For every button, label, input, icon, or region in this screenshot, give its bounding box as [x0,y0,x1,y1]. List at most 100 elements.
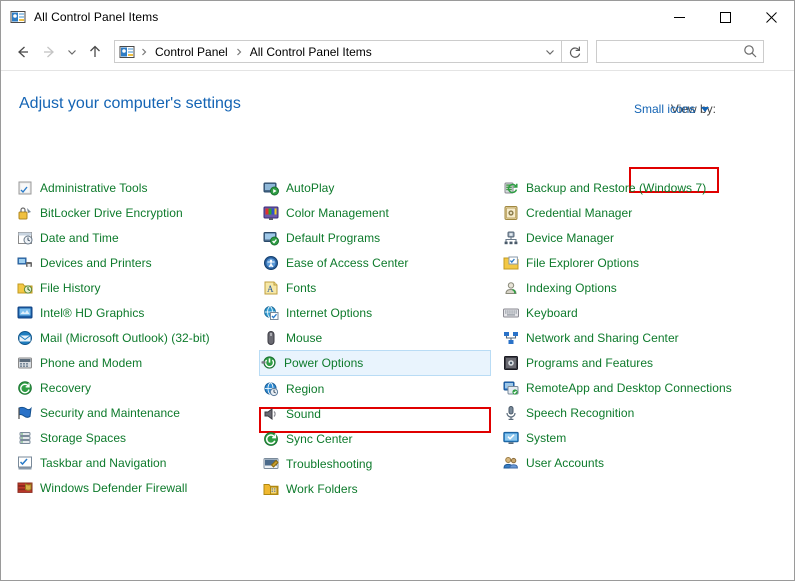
chevron-down-icon[interactable] [539,41,561,62]
maximize-button[interactable] [702,1,748,33]
control-panel-item[interactable]: BitLocker Drive Encryption [15,200,259,225]
control-panel-item[interactable]: Troubleshooting [261,451,499,476]
navigation-bar: Control Panel All Control Panel Items [1,33,794,70]
sync-center-icon [263,431,279,447]
control-panel-item[interactable]: Region [261,376,499,401]
view-by-dropdown[interactable]: Small icons [634,102,710,116]
control-panel-item[interactable]: Color Management [261,200,499,225]
control-panel-item[interactable]: Internet Options [261,300,499,325]
control-panel-item-label: Sound [286,406,321,421]
file-history-icon [17,280,33,296]
control-panel-item[interactable]: Keyboard [501,300,786,325]
chevron-down-icon [701,106,710,112]
control-panel-item[interactable]: Windows Defender Firewall [15,475,259,500]
control-panel-item-label: Indexing Options [526,280,617,295]
mouse-icon [263,330,279,346]
internet-options-icon [263,305,279,321]
control-panel-item[interactable]: Mail (Microsoft Outlook) (32-bit) [15,325,259,350]
control-panel-item-label: Recovery [40,380,92,395]
control-panel-item[interactable]: RemoteApp and Desktop Connections [501,375,786,400]
control-panel-item[interactable]: Intel® HD Graphics [15,300,259,325]
indexing-options-icon [503,280,519,296]
device-manager-icon [503,230,519,246]
programs-and-features-icon [503,355,519,371]
control-panel-item[interactable]: Security and Maintenance [15,400,259,425]
date-and-time-icon [17,230,33,246]
control-panel-item[interactable]: Indexing Options [501,275,786,300]
fonts-icon: A [263,280,279,296]
system-icon [503,430,519,446]
taskbar-and-navigation-icon [17,455,33,471]
default-programs-icon [263,230,279,246]
items-column-3: Backup and Restore (Windows 7) Credential… [501,175,786,475]
intel-hd-graphics-icon [17,305,33,321]
title-bar: All Control Panel Items [1,1,794,33]
administrative-tools-icon [17,180,33,196]
file-explorer-options-icon [503,255,519,271]
control-panel-item[interactable]: Mouse [261,325,499,350]
search-input[interactable] [603,44,743,59]
control-panel-item-label: Windows Defender Firewall [40,480,188,495]
control-panel-item[interactable]: Devices and Printers [15,250,259,275]
view-by-value: Small icons [634,102,696,116]
control-panel-item[interactable]: Sync Center [261,426,499,451]
control-panel-item[interactable]: Phone and Modem [15,350,259,375]
control-panel-item[interactable]: File Explorer Options [501,250,786,275]
address-bar[interactable]: Control Panel All Control Panel Items [114,40,562,63]
control-panel-item[interactable]: Backup and Restore (Windows 7) [501,175,786,200]
control-panel-item[interactable]: Programs and Features [501,350,786,375]
breadcrumb-control-panel[interactable]: Control Panel [151,43,232,61]
credential-manager-icon [503,205,519,221]
control-panel-item-label: Keyboard [526,305,578,320]
control-panel-item-label: Troubleshooting [286,456,373,471]
control-panel-item[interactable]: System [501,425,786,450]
close-button[interactable] [748,1,794,33]
back-arrow-icon[interactable] [10,39,36,65]
recovery-icon [17,380,33,396]
control-panel-item-label: Work Folders [286,481,358,496]
search-box[interactable] [596,40,764,63]
minimize-button[interactable] [656,1,702,33]
control-panel-item[interactable]: Storage Spaces [15,425,259,450]
control-panel-item-label: Device Manager [526,230,615,245]
control-panel-item[interactable]: Default Programs [261,225,499,250]
control-panel-item[interactable]: A Fonts [261,275,499,300]
recent-locations-icon[interactable] [62,39,82,65]
control-panel-item[interactable]: Recovery [15,375,259,400]
search-icon[interactable] [743,44,758,64]
bitlocker-icon [17,205,33,221]
control-panel-item-label: Date and Time [40,230,119,245]
ease-of-access-icon [263,255,279,271]
control-panel-item[interactable]: Work Folders [261,476,499,501]
network-and-sharing-icon [503,330,519,346]
control-panel-item[interactable]: Speech Recognition [501,400,786,425]
control-panel-item[interactable]: File History [15,275,259,300]
storage-spaces-icon [17,430,33,446]
control-panel-item[interactable]: User Accounts [501,450,786,475]
control-panel-item-label: Color Management [286,205,389,220]
mail-icon [17,330,33,346]
control-panel-item[interactable]: AutoPlay [261,175,499,200]
autoplay-icon [263,180,279,196]
control-panel-item[interactable]: Power Options [259,350,491,376]
control-panel-item[interactable]: Sound [261,401,499,426]
control-panel-item-label: Security and Maintenance [40,405,180,420]
security-and-maintenance-icon [17,405,33,421]
sound-icon [263,406,279,422]
control-panel-item-label: Credential Manager [526,205,633,220]
refresh-button[interactable] [562,40,588,63]
forward-arrow-icon[interactable] [36,39,62,65]
control-panel-item-label: Programs and Features [526,355,654,370]
control-panel-item-label: Ease of Access Center [286,255,409,270]
up-arrow-icon[interactable] [82,39,108,65]
control-panel-item[interactable]: Ease of Access Center [261,250,499,275]
control-panel-item[interactable]: Administrative Tools [15,175,259,200]
control-panel-item-label: File History [40,280,101,295]
control-panel-item[interactable]: Credential Manager [501,200,786,225]
control-panel-item[interactable]: Date and Time [15,225,259,250]
windows-defender-firewall-icon [17,480,33,496]
control-panel-item[interactable]: Network and Sharing Center [501,325,786,350]
control-panel-item[interactable]: Device Manager [501,225,786,250]
breadcrumb-all-control-panel-items[interactable]: All Control Panel Items [246,43,376,61]
control-panel-item[interactable]: Taskbar and Navigation [15,450,259,475]
